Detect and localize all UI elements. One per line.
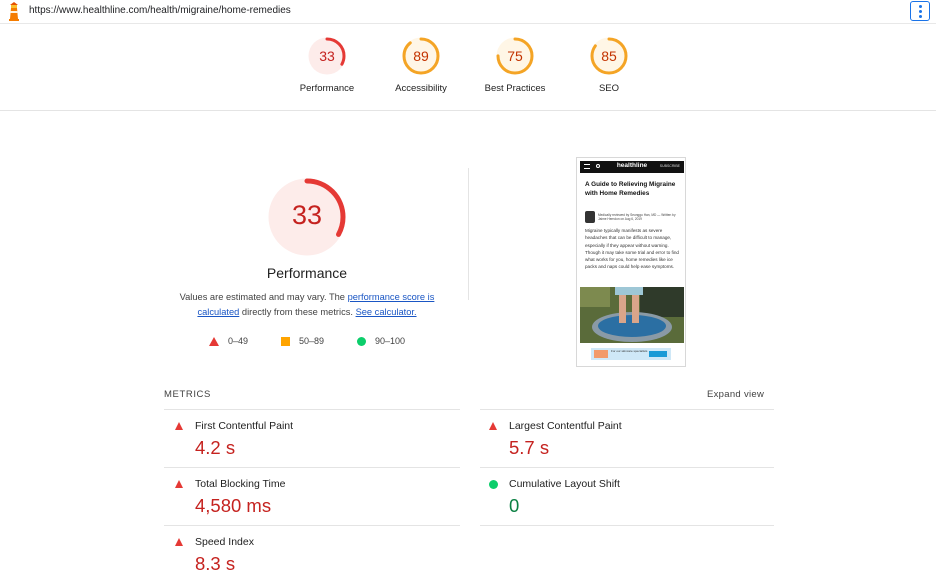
metric-name: First Contentful Paint bbox=[195, 420, 294, 432]
page-screenshot-thumbnail[interactable]: healthline SUBSCRIBE A Guide to Relievin… bbox=[576, 157, 686, 367]
article-title: A Guide to Relieving Migraine with Home … bbox=[585, 181, 676, 197]
note-text: directly from these metrics. bbox=[239, 307, 356, 317]
performance-note: Values are estimated and may vary. The p… bbox=[168, 290, 446, 320]
gauge-ring: 33 bbox=[307, 36, 347, 76]
triangle-icon bbox=[489, 422, 497, 430]
square-icon bbox=[281, 336, 290, 346]
metric-first-contentful-paint: First Contentful Paint 4.2 s bbox=[164, 410, 454, 468]
ad-banner: For our skincare specialists bbox=[591, 348, 671, 360]
url-bar: https://www.healthline.com/health/migrai… bbox=[0, 0, 936, 24]
metric-value: 4,580 ms bbox=[195, 495, 272, 516]
expand-view-toggle[interactable]: Expand view bbox=[707, 389, 764, 400]
more-vert-icon[interactable] bbox=[910, 1, 930, 21]
metric-value: 8.3 s bbox=[195, 553, 236, 574]
legend-average: 50–89 bbox=[281, 336, 324, 346]
triangle-icon bbox=[175, 480, 183, 488]
circle-icon bbox=[357, 336, 366, 346]
metric-value: 0 bbox=[509, 495, 520, 516]
metric-total-blocking-time: Total Blocking Time 4,580 ms bbox=[164, 468, 454, 526]
gauge-label: Best Practices bbox=[484, 83, 546, 94]
triangle-icon bbox=[209, 336, 219, 346]
summary-gauge-best-practices[interactable]: 75 Best Practices bbox=[470, 36, 560, 94]
summary-gauge-performance[interactable]: 33 Performance bbox=[282, 36, 372, 94]
legend-label: 50–89 bbox=[299, 336, 325, 346]
divider bbox=[480, 525, 774, 526]
gauge-score: 75 bbox=[507, 48, 523, 64]
circle-icon bbox=[489, 480, 498, 489]
legend-good: 90–100 bbox=[357, 336, 405, 346]
gauge-label: SEO bbox=[598, 83, 620, 94]
metric-name: Speed Index bbox=[195, 536, 254, 548]
note-text: Values are estimated and may vary. The bbox=[179, 292, 348, 302]
legend-poor: 0–49 bbox=[209, 336, 248, 346]
gauge-ring: 85 bbox=[589, 36, 629, 76]
metric-largest-contentful-paint: Largest Contentful Paint 5.7 s bbox=[478, 410, 768, 468]
gauge-label: Performance bbox=[299, 83, 355, 94]
author-avatar bbox=[585, 211, 595, 223]
legend-label: 90–100 bbox=[375, 336, 406, 346]
subscribe-link: SUBSCRIBE bbox=[659, 164, 680, 168]
summary-gauge-accessibility[interactable]: 89 Accessibility bbox=[376, 36, 466, 94]
gauge-score: 33 bbox=[319, 48, 335, 64]
performance-title: Performance bbox=[266, 265, 348, 281]
see-calculator-link[interactable]: See calculator. bbox=[356, 307, 417, 317]
article-byline: Medically reviewed by Seunggu Han, MD — … bbox=[598, 213, 676, 221]
metric-name: Total Blocking Time bbox=[195, 478, 286, 490]
metric-name: Largest Contentful Paint bbox=[509, 420, 622, 432]
legend-label: 0–49 bbox=[228, 336, 249, 346]
score-summary: 33 Performance 89 Accessibility 75 Best … bbox=[0, 24, 936, 111]
metric-value: 4.2 s bbox=[195, 437, 236, 458]
triangle-icon bbox=[175, 422, 183, 430]
triangle-icon bbox=[175, 538, 183, 546]
lighthouse-icon bbox=[9, 2, 19, 21]
gauge-label: Accessibility bbox=[395, 83, 447, 94]
performance-score: 33 bbox=[291, 200, 323, 230]
performance-gauge: 33 bbox=[266, 176, 348, 258]
divider bbox=[468, 168, 469, 300]
metric-name: Cumulative Layout Shift bbox=[509, 478, 620, 490]
article-photo bbox=[580, 287, 684, 343]
metrics-header: METRICS bbox=[164, 389, 211, 400]
metric-speed-index: Speed Index 8.3 s bbox=[164, 526, 454, 578]
metric-cumulative-layout-shift: Cumulative Layout Shift 0 bbox=[478, 468, 768, 526]
gauge-ring: 89 bbox=[401, 36, 441, 76]
article-body: Migraine typically manifests as severe h… bbox=[585, 228, 679, 270]
site-header: healthline SUBSCRIBE bbox=[580, 161, 684, 173]
metric-value: 5.7 s bbox=[509, 437, 550, 458]
summary-gauge-seo[interactable]: 85 SEO bbox=[564, 36, 654, 94]
gauge-ring: 75 bbox=[495, 36, 535, 76]
ad-text: For our skincare specialists bbox=[611, 349, 648, 353]
page-url: https://www.healthline.com/health/migrai… bbox=[29, 5, 291, 16]
gauge-score: 85 bbox=[601, 48, 617, 64]
gauge-score: 89 bbox=[413, 48, 429, 64]
